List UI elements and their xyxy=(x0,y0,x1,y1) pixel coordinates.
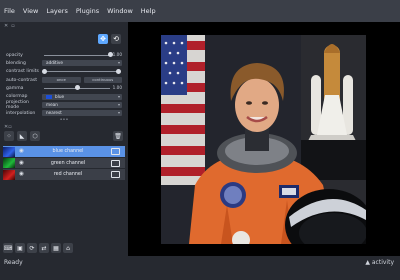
menu-help[interactable]: Help xyxy=(137,7,160,15)
terminal-icon: ⌨ xyxy=(3,244,13,252)
status-text: Ready xyxy=(4,259,23,266)
layer-thumbnail xyxy=(3,169,15,180)
image-layer-type-icon xyxy=(111,159,120,167)
opacity-label: opacity xyxy=(6,52,23,58)
transform-button[interactable]: ⟲ xyxy=(111,34,121,44)
transpose-button[interactable]: ⇄ xyxy=(39,243,49,253)
transpose-icon: ⇄ xyxy=(41,244,47,252)
colormap-value: blue xyxy=(55,93,65,99)
grid-view-button[interactable]: ▦ xyxy=(51,243,61,253)
layer-controls-toolbar: ✥ ⟲ xyxy=(0,29,128,51)
close-icon[interactable]: ✕ xyxy=(4,23,8,29)
left-dock: ✕ ▫ ✥ ⟲ opacity 1.00 blending additive c… xyxy=(0,22,128,256)
menu-window[interactable]: Window xyxy=(103,7,137,15)
interpolation-label: interpolation xyxy=(6,110,36,116)
colormap-select[interactable]: blue xyxy=(42,93,122,100)
roll-dimensions-button[interactable]: ⟳ xyxy=(27,243,37,253)
blending-row: blending additive xyxy=(0,59,128,67)
auto-contrast-label: auto-contrast xyxy=(6,77,38,83)
viewer-canvas[interactable] xyxy=(128,22,400,256)
activity-button[interactable]: ▲ activity xyxy=(365,259,394,266)
image-layer-type-icon xyxy=(111,171,120,179)
image-layer-type-icon xyxy=(111,148,120,156)
layer-name: blue channel xyxy=(52,149,84,155)
contrast-limits-row: contrast limits xyxy=(0,68,128,76)
auto-contrast-once-button[interactable]: once xyxy=(42,77,81,84)
new-shapes-layer-button[interactable]: ◣ xyxy=(17,131,27,142)
menu-view[interactable]: View xyxy=(19,7,42,15)
auto-contrast-row: auto-contrast once continuous xyxy=(0,76,128,84)
opacity-row: opacity 1.00 xyxy=(0,51,128,59)
layer-row-green-channel[interactable]: ◉ green channel xyxy=(3,157,125,169)
contrast-limits-slider[interactable] xyxy=(42,68,122,75)
gamma-value: 1.00 xyxy=(112,85,122,91)
layer-thumbnail xyxy=(3,158,15,169)
blending-select[interactable]: additive xyxy=(42,60,122,67)
auto-contrast-continuous-button[interactable]: continuous xyxy=(83,77,122,84)
float-icon[interactable]: ▫ xyxy=(11,23,14,29)
status-bar: Ready ▲ activity xyxy=(0,256,400,280)
blending-label: blending xyxy=(6,60,26,66)
layer-name: red channel xyxy=(53,172,83,178)
menu-plugins[interactable]: Plugins xyxy=(72,7,103,15)
layer-controls-header: ✕ ▫ xyxy=(0,22,128,29)
labels-icon: ⬡ xyxy=(32,132,38,140)
opacity-slider[interactable]: 1.00 xyxy=(42,52,122,58)
visibility-eye-icon[interactable]: ◉ xyxy=(18,171,25,178)
new-points-layer-button[interactable]: ⁘ xyxy=(4,131,14,142)
menu-layers[interactable]: Layers xyxy=(42,7,72,15)
layer-thumbnail xyxy=(3,146,15,157)
points-icon: ⁘ xyxy=(6,132,12,140)
layer-list-header: ✕ ▫ xyxy=(0,123,128,130)
trash-icon: 🗑 xyxy=(114,132,122,140)
rotate-icon: ⟲ xyxy=(113,35,119,43)
move-icon: ✥ xyxy=(100,35,106,43)
interpolation-select[interactable]: nearest xyxy=(42,110,122,117)
shapes-icon: ◣ xyxy=(19,132,25,140)
new-labels-layer-button[interactable]: ⬡ xyxy=(30,131,40,142)
home-button[interactable]: ⌂ xyxy=(63,243,73,253)
opacity-value: 1.00 xyxy=(112,52,122,58)
projection-mode-row: projection mode mean xyxy=(0,99,128,110)
delete-layer-button[interactable]: 🗑 xyxy=(113,131,123,142)
home-icon: ⌂ xyxy=(66,244,70,252)
projection-mode-label: projection mode xyxy=(6,99,29,110)
gamma-label: gamma xyxy=(6,85,24,91)
menu-bar: File View Layers Plugins Window Help xyxy=(0,0,400,22)
layer-list: ◉ blue channel ◉ green channel ◉ red cha… xyxy=(0,146,128,180)
activity-label: activity xyxy=(371,259,394,266)
gamma-row: gamma 1.00 xyxy=(0,84,128,92)
float-icon[interactable]: ▫ xyxy=(8,124,11,130)
auto-contrast-buttons: once continuous xyxy=(42,77,122,84)
gamma-slider[interactable]: 1.00 xyxy=(42,85,122,91)
viewer-buttons: ⌨ ▣ ⟳ ⇄ ▦ ⌂ xyxy=(0,240,131,256)
colormap-label: colormap xyxy=(6,94,28,100)
layer-list-toolbar: ⁘ ◣ ⬡ 🗑 xyxy=(0,130,128,142)
roll-icon: ⟳ xyxy=(29,244,35,252)
pan-zoom-button[interactable]: ✥ xyxy=(98,34,108,44)
projection-mode-select[interactable]: mean xyxy=(42,101,122,108)
grid-icon: ▦ xyxy=(53,244,59,252)
colormap-swatch xyxy=(46,94,52,99)
square-icon: ▣ xyxy=(17,244,23,252)
astronaut-image xyxy=(161,35,366,244)
toggle-ndisplay-button[interactable]: ▣ xyxy=(15,243,25,253)
layer-row-red-channel[interactable]: ◉ red channel xyxy=(3,169,125,180)
layer-name: green channel xyxy=(50,160,86,166)
console-button[interactable]: ⌨ xyxy=(3,243,13,253)
menu-file[interactable]: File xyxy=(0,7,19,15)
visibility-eye-icon[interactable]: ◉ xyxy=(18,160,25,167)
layer-row-blue-channel[interactable]: ◉ blue channel xyxy=(3,146,125,157)
contrast-limits-label: contrast limits xyxy=(6,69,39,75)
visibility-eye-icon[interactable]: ◉ xyxy=(18,148,25,155)
interpolation-row: interpolation nearest xyxy=(0,109,128,117)
